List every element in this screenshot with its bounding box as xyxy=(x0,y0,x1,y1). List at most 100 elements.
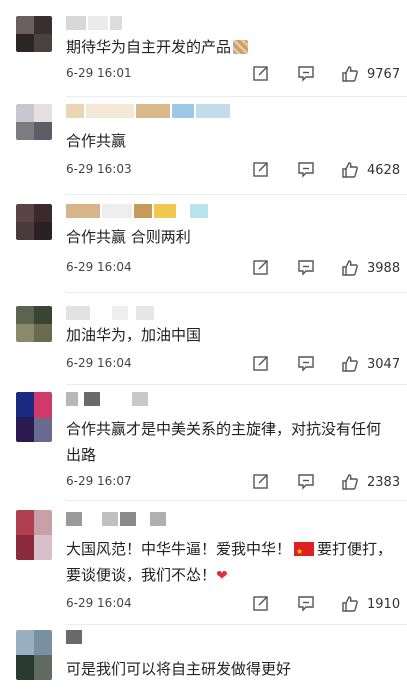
pixel-block xyxy=(102,204,132,218)
pixel-block xyxy=(172,104,194,118)
username-blurred[interactable] xyxy=(66,306,154,320)
comment-icon xyxy=(298,474,314,490)
edit-icon xyxy=(253,596,268,611)
reply-button[interactable] xyxy=(297,594,317,614)
pixel-block xyxy=(34,122,52,140)
pixel-block xyxy=(66,104,84,118)
pixel-block xyxy=(190,204,208,218)
comment-text: 期待华为自主开发的产品 xyxy=(66,34,395,60)
divider xyxy=(66,384,407,385)
edit-icon xyxy=(253,356,268,371)
pixel-block xyxy=(34,510,52,535)
pixel-block xyxy=(34,16,52,34)
like-count: 4628 xyxy=(367,162,401,178)
pixel-block xyxy=(102,512,118,526)
timestamp: 6-29 16:04 xyxy=(66,356,132,370)
like-button[interactable]: 1910 xyxy=(341,594,400,614)
pixel-block xyxy=(134,204,152,218)
avatar[interactable] xyxy=(16,16,52,52)
heart-icon: ❤ xyxy=(216,568,228,584)
pixel-block xyxy=(16,510,34,535)
pixel-block xyxy=(16,392,34,417)
pixel-block xyxy=(16,16,34,34)
username-blurred[interactable] xyxy=(66,16,122,30)
pixel-block xyxy=(120,512,136,526)
comment-meta: 6-29 16:03 4628 xyxy=(66,160,400,180)
like-button[interactable]: 2383 xyxy=(341,472,400,492)
share-button[interactable] xyxy=(252,64,272,84)
pixel-block xyxy=(34,104,52,122)
thumbs-up-icon xyxy=(342,596,358,612)
pixel-block xyxy=(84,392,100,406)
comment-meta: 6-29 16:04 3988 xyxy=(66,258,400,278)
username-blurred[interactable] xyxy=(66,204,208,218)
reply-button[interactable] xyxy=(297,64,317,84)
pixel-block xyxy=(16,222,34,240)
avatar[interactable] xyxy=(16,306,52,342)
timestamp: 6-29 16:04 xyxy=(66,596,132,610)
like-count: 3988 xyxy=(367,260,401,276)
avatar[interactable] xyxy=(16,104,52,140)
pixel-block xyxy=(66,630,82,644)
comment-icon xyxy=(298,260,314,276)
edit-icon xyxy=(253,260,268,275)
comment-text: 合作共赢 合则两利 xyxy=(66,228,191,246)
avatar[interactable] xyxy=(16,630,52,680)
emoji-icon xyxy=(233,40,249,54)
comment-icon xyxy=(298,66,314,82)
comment-text: 可是我们可以将自主研发做得更好 xyxy=(66,660,292,678)
timestamp: 6-29 16:04 xyxy=(66,260,132,274)
avatar[interactable] xyxy=(16,392,52,442)
like-count: 3047 xyxy=(367,356,401,372)
thumbs-up-icon xyxy=(342,260,358,276)
pixel-block xyxy=(66,306,90,320)
pixel-block xyxy=(16,204,34,222)
pixel-block xyxy=(16,630,34,655)
username-blurred[interactable] xyxy=(66,512,166,526)
pixel-block xyxy=(66,16,86,30)
pixel-block xyxy=(66,204,100,218)
comment-icon xyxy=(298,596,314,612)
comment-text: 加油华为，加油中国 xyxy=(66,326,202,344)
comment-meta: 6-29 16:07 2383 xyxy=(66,472,400,492)
reply-button[interactable] xyxy=(297,472,317,492)
like-button[interactable]: 4628 xyxy=(341,160,400,180)
share-button[interactable] xyxy=(252,594,272,614)
username-blurred[interactable] xyxy=(66,630,82,644)
pixel-block xyxy=(34,34,52,52)
like-button[interactable]: 3047 xyxy=(341,354,400,374)
like-button[interactable]: 3988 xyxy=(341,258,400,278)
thumbs-up-icon xyxy=(342,162,358,178)
comment-item: 合作共赢 6-29 16:03 4628 xyxy=(0,96,407,194)
pixel-block xyxy=(16,34,34,52)
like-button[interactable]: 9767 xyxy=(341,64,400,84)
username-blurred[interactable] xyxy=(66,392,148,406)
reply-button[interactable] xyxy=(297,258,317,278)
pixel-block xyxy=(34,306,52,324)
divider xyxy=(66,194,407,195)
pixel-block xyxy=(34,204,52,222)
pixel-block xyxy=(132,392,148,406)
avatar[interactable] xyxy=(16,510,52,560)
pixel-block xyxy=(16,306,34,324)
thumbs-up-icon xyxy=(342,474,358,490)
comment-item: 期待华为自主开发的产品 6-29 16:01 9767 xyxy=(0,0,407,96)
username-blurred[interactable] xyxy=(66,104,230,118)
comment-text: 合作共赢才是中美关系的主旋律，对抗没有任何出路 xyxy=(66,420,382,464)
reply-button[interactable] xyxy=(297,160,317,180)
share-button[interactable] xyxy=(252,160,272,180)
pixel-block xyxy=(88,16,108,30)
pixel-block xyxy=(34,324,52,342)
comment-item: 合作共赢才是中美关系的主旋律，对抗没有任何出路 6-29 16:07 2383 xyxy=(0,384,407,500)
share-button[interactable] xyxy=(252,354,272,374)
comment-item: 合作共赢 合则两利 6-29 16:04 3988 xyxy=(0,194,407,292)
pixel-block xyxy=(34,535,52,560)
pixel-block xyxy=(34,222,52,240)
comment-text: 合作共赢 xyxy=(66,132,127,150)
reply-button[interactable] xyxy=(297,354,317,374)
pixel-block xyxy=(112,306,128,320)
share-button[interactable] xyxy=(252,472,272,492)
share-button[interactable] xyxy=(252,258,272,278)
divider xyxy=(66,96,407,97)
avatar[interactable] xyxy=(16,204,52,240)
